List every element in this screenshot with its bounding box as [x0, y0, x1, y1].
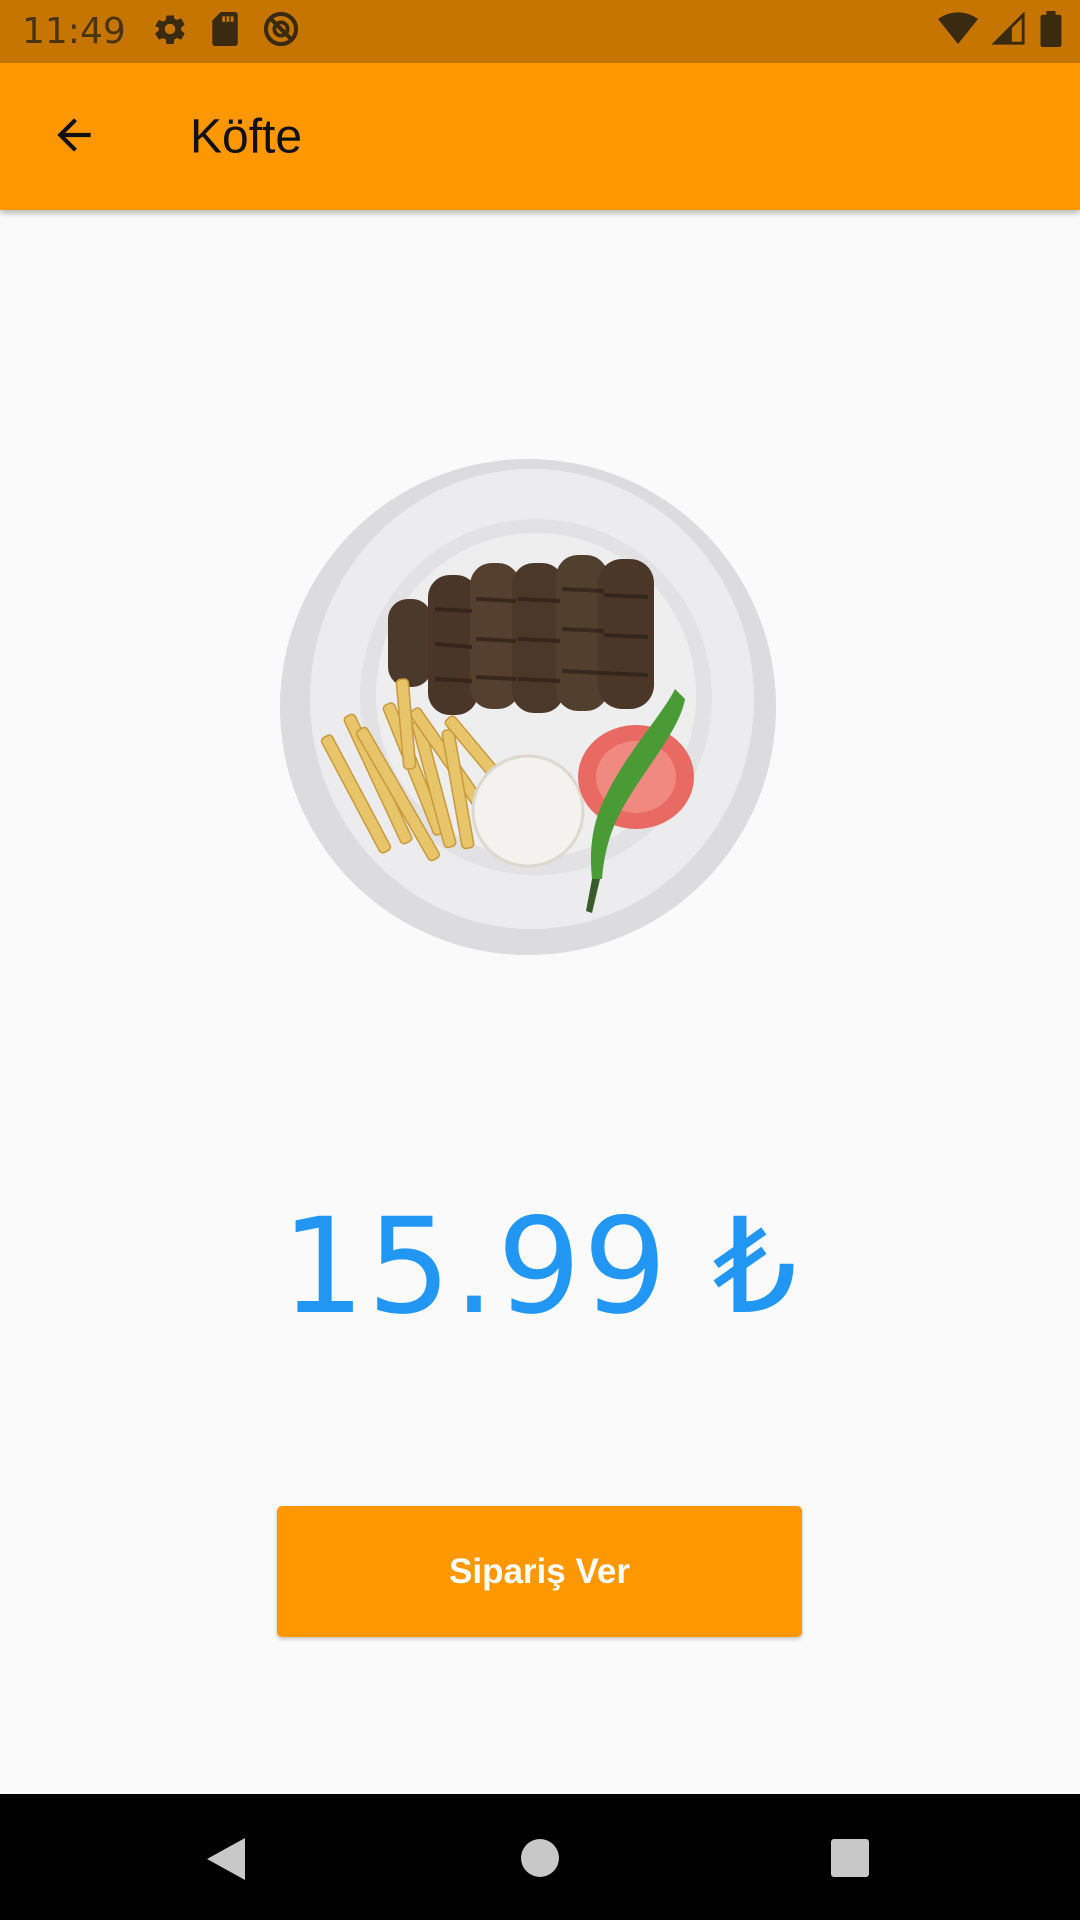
page-title: Köfte	[190, 110, 303, 163]
arrow-left-icon	[49, 110, 99, 165]
nav-recents-icon[interactable]	[830, 1838, 870, 1883]
gear-icon	[152, 11, 188, 52]
product-price: 15.99 ₺	[281, 1190, 799, 1344]
status-left-icons	[152, 10, 300, 53]
status-right-icons	[938, 0, 1062, 63]
battery-icon	[1040, 11, 1062, 52]
status-time: 11:49	[22, 11, 126, 52]
navigation-bar	[0, 1794, 1080, 1920]
wifi-icon	[938, 12, 978, 51]
no-entry-icon	[262, 10, 300, 53]
nav-back-icon[interactable]	[205, 1836, 247, 1887]
sd-card-icon	[210, 12, 240, 51]
status-bar: 11:49	[0, 0, 1080, 63]
order-button[interactable]: Sipariş Ver	[277, 1506, 802, 1637]
nav-home-icon[interactable]	[520, 1838, 560, 1883]
back-button[interactable]	[40, 103, 108, 171]
cell-signal-icon	[991, 11, 1026, 51]
food-image	[280, 459, 776, 955]
app-bar: Köfte	[0, 63, 1080, 210]
